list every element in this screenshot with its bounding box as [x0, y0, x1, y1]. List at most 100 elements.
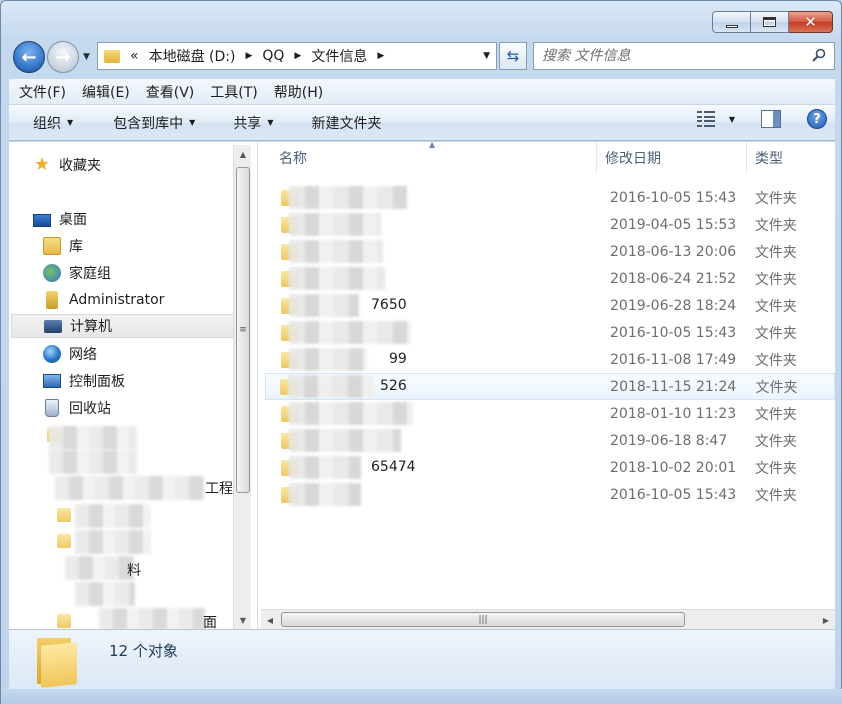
file-name[interactable]: 7650 [289, 292, 600, 319]
nav-recycle-bin[interactable]: 回收站 [43, 396, 111, 420]
maximize-button[interactable] [751, 11, 789, 33]
column-modified-date[interactable]: 修改日期 [597, 142, 747, 174]
tree-item-label[interactable]: 料 [127, 558, 147, 582]
breadcrumb-qq[interactable]: QQ [262, 48, 284, 64]
file-type: 文件夹 [754, 271, 797, 288]
table-row[interactable]: 7650 2019-06-28 18:24 文件夹 [267, 292, 833, 319]
breadcrumb-current[interactable]: 文件信息 [311, 46, 367, 66]
column-type[interactable]: 类型 [747, 142, 835, 174]
file-name-text: 7650 [371, 297, 407, 313]
file-name[interactable]: 526 [288, 373, 600, 400]
table-row[interactable]: 2019-06-18 8:47 文件夹 [267, 427, 833, 454]
nav-favorites[interactable]: ★ 收藏夹 [33, 153, 101, 177]
folder-icon [104, 49, 120, 63]
help-icon[interactable]: ? [807, 109, 827, 129]
breadcrumb-separator-icon[interactable]: ▶ [294, 51, 301, 61]
search-box[interactable] [533, 42, 835, 70]
obscured-tree-item[interactable] [65, 556, 135, 580]
back-button[interactable]: ← [13, 41, 45, 73]
nav-desktop[interactable]: 桌面 [33, 207, 87, 231]
menu-file[interactable]: 文件(F) [19, 82, 66, 102]
obscured-tree-item[interactable] [49, 450, 137, 474]
view-dropdown-icon[interactable]: ▼ [729, 115, 735, 124]
file-type: 文件夹 [754, 244, 797, 261]
recent-pages-dropdown[interactable]: ▼ [83, 52, 90, 62]
search-input[interactable] [542, 48, 802, 64]
scroll-up-icon[interactable]: ▲ [234, 145, 252, 163]
menu-tools[interactable]: 工具(T) [210, 82, 257, 102]
obscured-name [289, 186, 407, 209]
file-name[interactable] [289, 481, 600, 508]
table-row[interactable]: 2018-01-10 11:23 文件夹 [267, 400, 833, 427]
file-name[interactable] [289, 400, 600, 427]
file-name[interactable] [289, 238, 600, 265]
share-label: 共享 [233, 115, 262, 132]
scroll-thumb[interactable]: ≡ [236, 167, 250, 493]
table-row[interactable]: 99 2016-11-08 17:49 文件夹 [267, 346, 833, 373]
nav-network[interactable]: 网络 [43, 342, 97, 366]
obscured-name [289, 348, 367, 371]
nav-computer[interactable]: 计算机 [11, 314, 237, 338]
file-list-hscrollbar[interactable]: ◀ ||| ▶ [261, 609, 835, 629]
menu-help[interactable]: 帮助(H) [274, 82, 323, 102]
scroll-down-icon[interactable]: ▼ [234, 611, 252, 629]
menu-edit[interactable]: 编辑(E) [82, 82, 130, 102]
file-name[interactable] [289, 265, 600, 292]
share-button[interactable]: 共享 ▼ [227, 109, 279, 137]
file-name[interactable] [289, 319, 600, 346]
view-details-icon[interactable] [696, 111, 715, 127]
obscured-tree-item[interactable] [75, 504, 151, 528]
breadcrumb-overflow[interactable]: « [130, 48, 139, 64]
caption-buttons: ✕ [712, 11, 833, 33]
obscured-tree-item[interactable] [55, 476, 205, 500]
address-dropdown-icon[interactable]: ▼ [483, 51, 490, 61]
file-name[interactable] [289, 184, 600, 211]
table-row[interactable]: 2018-06-24 21:52 文件夹 [267, 265, 833, 292]
file-name[interactable]: 65474 [289, 454, 600, 481]
obscured-tree-item[interactable] [49, 426, 137, 450]
table-row[interactable]: 65474 2018-10-02 20:01 文件夹 [267, 454, 833, 481]
folder-icon [57, 614, 71, 628]
table-row[interactable]: 2018-06-13 20:06 文件夹 [267, 238, 833, 265]
close-button[interactable]: ✕ [789, 11, 833, 33]
tree-item-label[interactable]: 工程 [205, 476, 235, 500]
table-row[interactable]: 526 2018-11-15 21:24 文件夹 [265, 373, 835, 400]
minimize-button[interactable] [712, 11, 751, 33]
file-type: 文件夹 [755, 379, 798, 396]
table-row[interactable]: 2016-10-05 15:43 文件夹 [267, 184, 833, 211]
file-name-text: 526 [380, 378, 407, 394]
nav-user[interactable]: Administrator [43, 288, 164, 312]
tree-item-label[interactable]: 面 [203, 610, 223, 629]
scroll-right-icon[interactable]: ▶ [817, 610, 835, 630]
breadcrumb-separator-icon[interactable]: ▶ [245, 51, 252, 61]
file-type: 文件夹 [754, 190, 797, 207]
new-folder-button[interactable]: 新建文件夹 [305, 109, 387, 137]
nav-homegroup[interactable]: 家庭组 [43, 261, 111, 285]
address-bar[interactable]: « 本地磁盘 (D:) ▶ QQ ▶ 文件信息 ▶ ▼ [97, 42, 497, 70]
table-row[interactable]: 2016-10-05 15:43 文件夹 [267, 319, 833, 346]
file-date: 2018-06-24 21:52 [610, 270, 737, 287]
breadcrumb-separator-icon[interactable]: ▶ [377, 51, 384, 61]
scroll-left-icon[interactable]: ◀ [261, 610, 279, 630]
breadcrumb-drive[interactable]: 本地磁盘 (D:) [149, 46, 236, 66]
table-row[interactable]: 2016-10-05 15:43 文件夹 [267, 481, 833, 508]
file-name[interactable] [289, 427, 600, 454]
file-name[interactable]: 99 [289, 346, 600, 373]
scroll-thumb[interactable]: ||| [281, 612, 685, 627]
file-name[interactable] [289, 211, 600, 238]
table-row[interactable]: 2019-04-05 15:53 文件夹 [267, 211, 833, 238]
obscured-tree-item[interactable] [75, 530, 151, 554]
obscured-tree-item[interactable] [99, 608, 205, 629]
forward-button[interactable]: → [47, 41, 79, 73]
search-icon[interactable] [812, 48, 826, 62]
organize-button[interactable]: 组织 ▼ [27, 109, 79, 137]
column-name[interactable]: 名称 [261, 142, 597, 174]
refresh-button[interactable]: ⇆ [499, 42, 527, 70]
obscured-tree-item[interactable] [75, 582, 135, 606]
nav-pane-scrollbar[interactable]: ▲ ≡ ▼ [233, 145, 251, 629]
menu-view[interactable]: 查看(V) [146, 82, 195, 102]
nav-control-panel[interactable]: 控制面板 [43, 369, 125, 393]
include-in-library-button[interactable]: 包含到库中 ▼ [107, 109, 201, 137]
preview-pane-icon[interactable] [761, 110, 781, 128]
nav-libraries[interactable]: 库 [43, 234, 83, 258]
